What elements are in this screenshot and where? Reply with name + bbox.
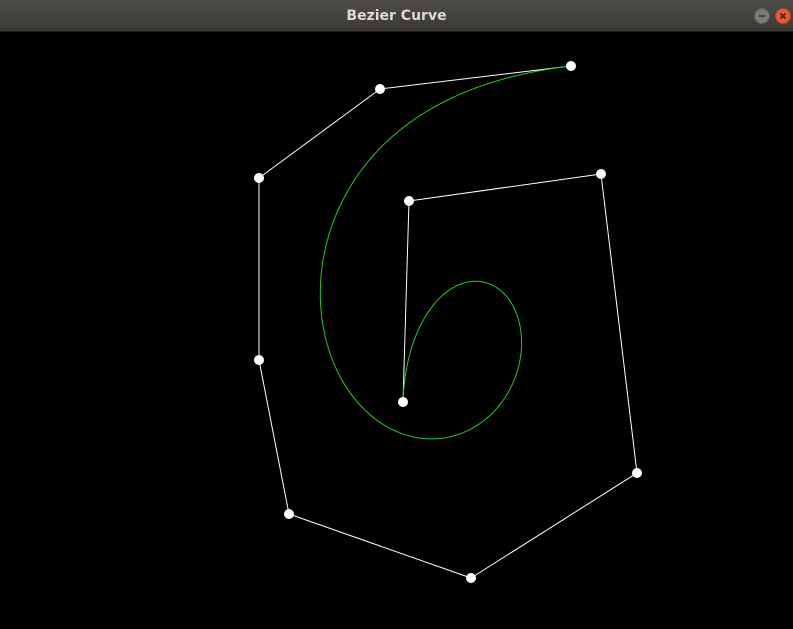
control-polygon	[258, 65, 638, 579]
polygon-segment	[379, 65, 572, 90]
control-point-handle[interactable]	[566, 61, 576, 71]
control-point-handle[interactable]	[398, 397, 408, 407]
polygon-segment	[408, 173, 602, 202]
close-icon	[779, 12, 787, 20]
minimize-icon	[759, 15, 765, 17]
control-point-handle[interactable]	[254, 355, 264, 365]
bezier-curve	[319, 65, 572, 440]
polygon-segment	[470, 472, 638, 579]
polygon-segment	[258, 88, 381, 179]
polygon-segment	[288, 513, 472, 579]
bezier-drawing[interactable]	[0, 32, 793, 629]
control-point-handle[interactable]	[466, 573, 476, 583]
window-title: Bezier Curve	[346, 8, 447, 24]
polygon-segment	[600, 173, 638, 474]
polygon-segment	[258, 359, 290, 515]
control-point-handle[interactable]	[375, 84, 385, 94]
control-point-handle[interactable]	[596, 169, 606, 179]
title-bar[interactable]: Bezier Curve	[0, 0, 793, 32]
control-point-handle[interactable]	[284, 509, 294, 519]
control-point-handle[interactable]	[632, 468, 642, 478]
close-button[interactable]	[775, 8, 791, 24]
drawing-canvas[interactable]	[0, 32, 793, 629]
control-point-handle[interactable]	[254, 173, 264, 183]
control-point-handle[interactable]	[404, 196, 414, 206]
app-window: Bezier Curve	[0, 0, 793, 629]
minimize-button[interactable]	[754, 8, 770, 24]
